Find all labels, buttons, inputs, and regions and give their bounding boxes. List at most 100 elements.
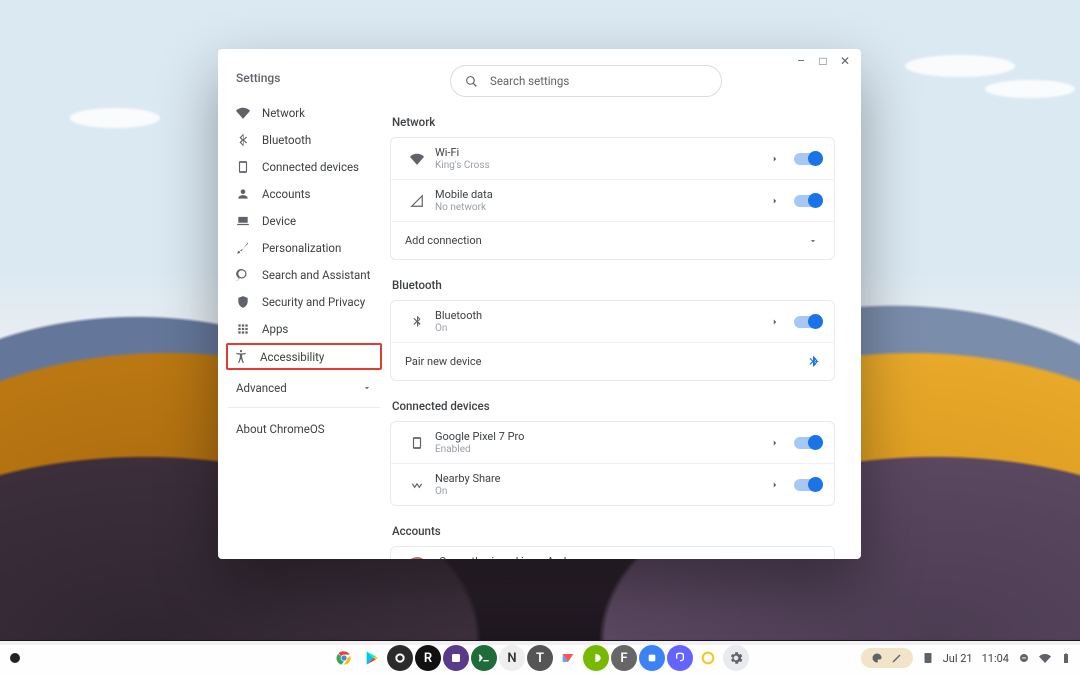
settings-window: – □ ✕ Settings Network Bluetooth Connect… <box>218 49 861 559</box>
sidebar-advanced[interactable]: Advanced <box>228 371 380 403</box>
sidebar-item-bluetooth[interactable]: Bluetooth <box>228 126 380 153</box>
chevron-right-icon <box>770 480 780 490</box>
app-nvidia[interactable] <box>583 645 609 671</box>
sidebar-label: Personalization <box>262 241 341 255</box>
settings-title: Settings <box>228 65 380 99</box>
shelf: R N T F Jul 21 11:04 <box>0 641 1080 675</box>
sidebar-label: Device <box>262 214 296 228</box>
row-add-connection[interactable]: Add connection <box>391 221 834 259</box>
settings-main[interactable]: Search settings Network Wi-Fi King's Cro… <box>388 49 861 559</box>
maximize-button[interactable]: □ <box>817 55 829 67</box>
sidebar-item-device[interactable]: Device <box>228 207 380 234</box>
tray-time: 11:04 <box>982 652 1009 665</box>
sidebar-label: Bluetooth <box>262 133 311 147</box>
stylus-tools[interactable] <box>861 648 913 668</box>
row-current-account[interactable]: Currently signed in as Andrew 2 Google A… <box>391 547 834 559</box>
app-shelf-5[interactable] <box>443 645 469 671</box>
search-input[interactable]: Search settings <box>450 65 722 97</box>
app-shelf-14[interactable] <box>695 645 721 671</box>
row-nearby-share[interactable]: Nearby Share On <box>391 463 834 505</box>
mobile-toggle[interactable] <box>794 195 820 207</box>
chevron-right-icon <box>770 317 780 327</box>
app-shelf-12[interactable] <box>639 645 665 671</box>
row-pair-device[interactable]: Pair new device <box>391 342 834 380</box>
sidebar-item-personalization[interactable]: Personalization <box>228 234 380 261</box>
nearby-toggle[interactable] <box>794 479 820 491</box>
bluetooth-pair-icon <box>806 355 820 369</box>
app-terminal[interactable] <box>471 645 497 671</box>
phone-toggle[interactable] <box>794 437 820 449</box>
sidebar-item-search-assistant[interactable]: Search and Assistant <box>228 261 380 288</box>
section-bluetooth: Bluetooth Bluetooth On <box>388 278 843 381</box>
sidebar-item-network[interactable]: Network <box>228 99 380 126</box>
row-bluetooth[interactable]: Bluetooth On <box>391 301 834 342</box>
app-shelf-11[interactable]: F <box>611 645 637 671</box>
sidebar-about[interactable]: About ChromeOS <box>228 414 380 444</box>
bluetooth-toggle[interactable] <box>794 316 820 328</box>
row-label: Add connection <box>405 234 482 247</box>
app-chrome[interactable] <box>331 645 357 671</box>
shield-icon <box>236 295 250 309</box>
row-wifi[interactable]: Wi-Fi King's Cross <box>391 138 834 179</box>
section-connected-devices: Connected devices Google Pixel 7 Pro Ena… <box>388 399 843 506</box>
sidebar-item-accounts[interactable]: Accounts <box>228 180 380 207</box>
chevron-down-icon <box>808 236 818 246</box>
chevron-right-icon <box>770 438 780 448</box>
search-icon <box>236 268 250 282</box>
row-label: Wi-Fi <box>435 146 490 159</box>
sidebar-item-connected-devices[interactable]: Connected devices <box>228 153 380 180</box>
notification-dnd-icon[interactable] <box>1018 652 1030 664</box>
sidebar-item-accessibility[interactable]: Accessibility <box>226 343 382 370</box>
section-network: Network Wi-Fi King's Cross <box>388 115 843 260</box>
sidebar-label: Security and Privacy <box>262 295 365 309</box>
section-title: Network <box>392 115 835 129</box>
search-placeholder: Search settings <box>490 74 569 88</box>
laptop-icon <box>236 214 250 228</box>
wifi-icon <box>405 152 429 166</box>
apps-grid-icon <box>236 322 250 336</box>
shelf-apps: R N T F <box>331 645 749 671</box>
sidebar-item-security-privacy[interactable]: Security and Privacy <box>228 288 380 315</box>
sidebar-label: Apps <box>262 322 288 336</box>
sidebar-label: Search and Assistant <box>262 268 370 282</box>
settings-sidebar: Settings Network Bluetooth Connected dev… <box>218 49 388 559</box>
section-title: Accounts <box>392 524 835 538</box>
advanced-label: Advanced <box>236 381 287 395</box>
wifi-tray-icon[interactable] <box>1039 652 1051 664</box>
sidebar-label: Accessibility <box>260 350 324 364</box>
row-sub: On <box>435 323 482 334</box>
row-phone[interactable]: Google Pixel 7 Pro Enabled <box>391 422 834 463</box>
app-shelf-8[interactable]: T <box>527 645 553 671</box>
close-button[interactable]: ✕ <box>839 55 851 67</box>
palette-icon <box>871 652 883 664</box>
about-label: About ChromeOS <box>236 422 325 436</box>
app-shelf-9[interactable] <box>555 645 581 671</box>
app-shelf-4[interactable]: R <box>415 645 441 671</box>
row-label: Nearby Share <box>435 472 500 485</box>
minimize-button[interactable]: – <box>795 55 807 67</box>
app-notion[interactable]: N <box>499 645 525 671</box>
chevron-right-icon <box>770 154 780 164</box>
app-shelf-3[interactable] <box>387 645 413 671</box>
sidebar-item-apps[interactable]: Apps <box>228 315 380 342</box>
row-label: Pair new device <box>405 355 481 368</box>
avatar <box>405 557 429 560</box>
wifi-toggle[interactable] <box>794 153 820 165</box>
sidebar-label: Network <box>262 106 305 120</box>
row-mobile-data[interactable]: Mobile data No network <box>391 179 834 221</box>
launcher-button[interactable] <box>10 653 20 663</box>
row-sub: King's Cross <box>435 160 490 171</box>
battery-tray-icon[interactable] <box>1060 652 1072 664</box>
phone-hub-icon[interactable] <box>922 652 934 664</box>
section-accounts: Accounts Currently signed in as Andrew 2… <box>388 524 843 559</box>
signal-icon <box>405 194 429 208</box>
nearby-share-icon <box>405 478 429 492</box>
system-tray[interactable]: Jul 21 11:04 <box>861 648 1072 668</box>
app-settings[interactable] <box>723 645 749 671</box>
phone-icon <box>236 160 250 174</box>
chevron-right-icon <box>770 196 780 206</box>
app-mastodon[interactable] <box>667 645 693 671</box>
section-title: Bluetooth <box>392 278 835 292</box>
app-play-store[interactable] <box>359 645 385 671</box>
row-label: Bluetooth <box>435 309 482 322</box>
